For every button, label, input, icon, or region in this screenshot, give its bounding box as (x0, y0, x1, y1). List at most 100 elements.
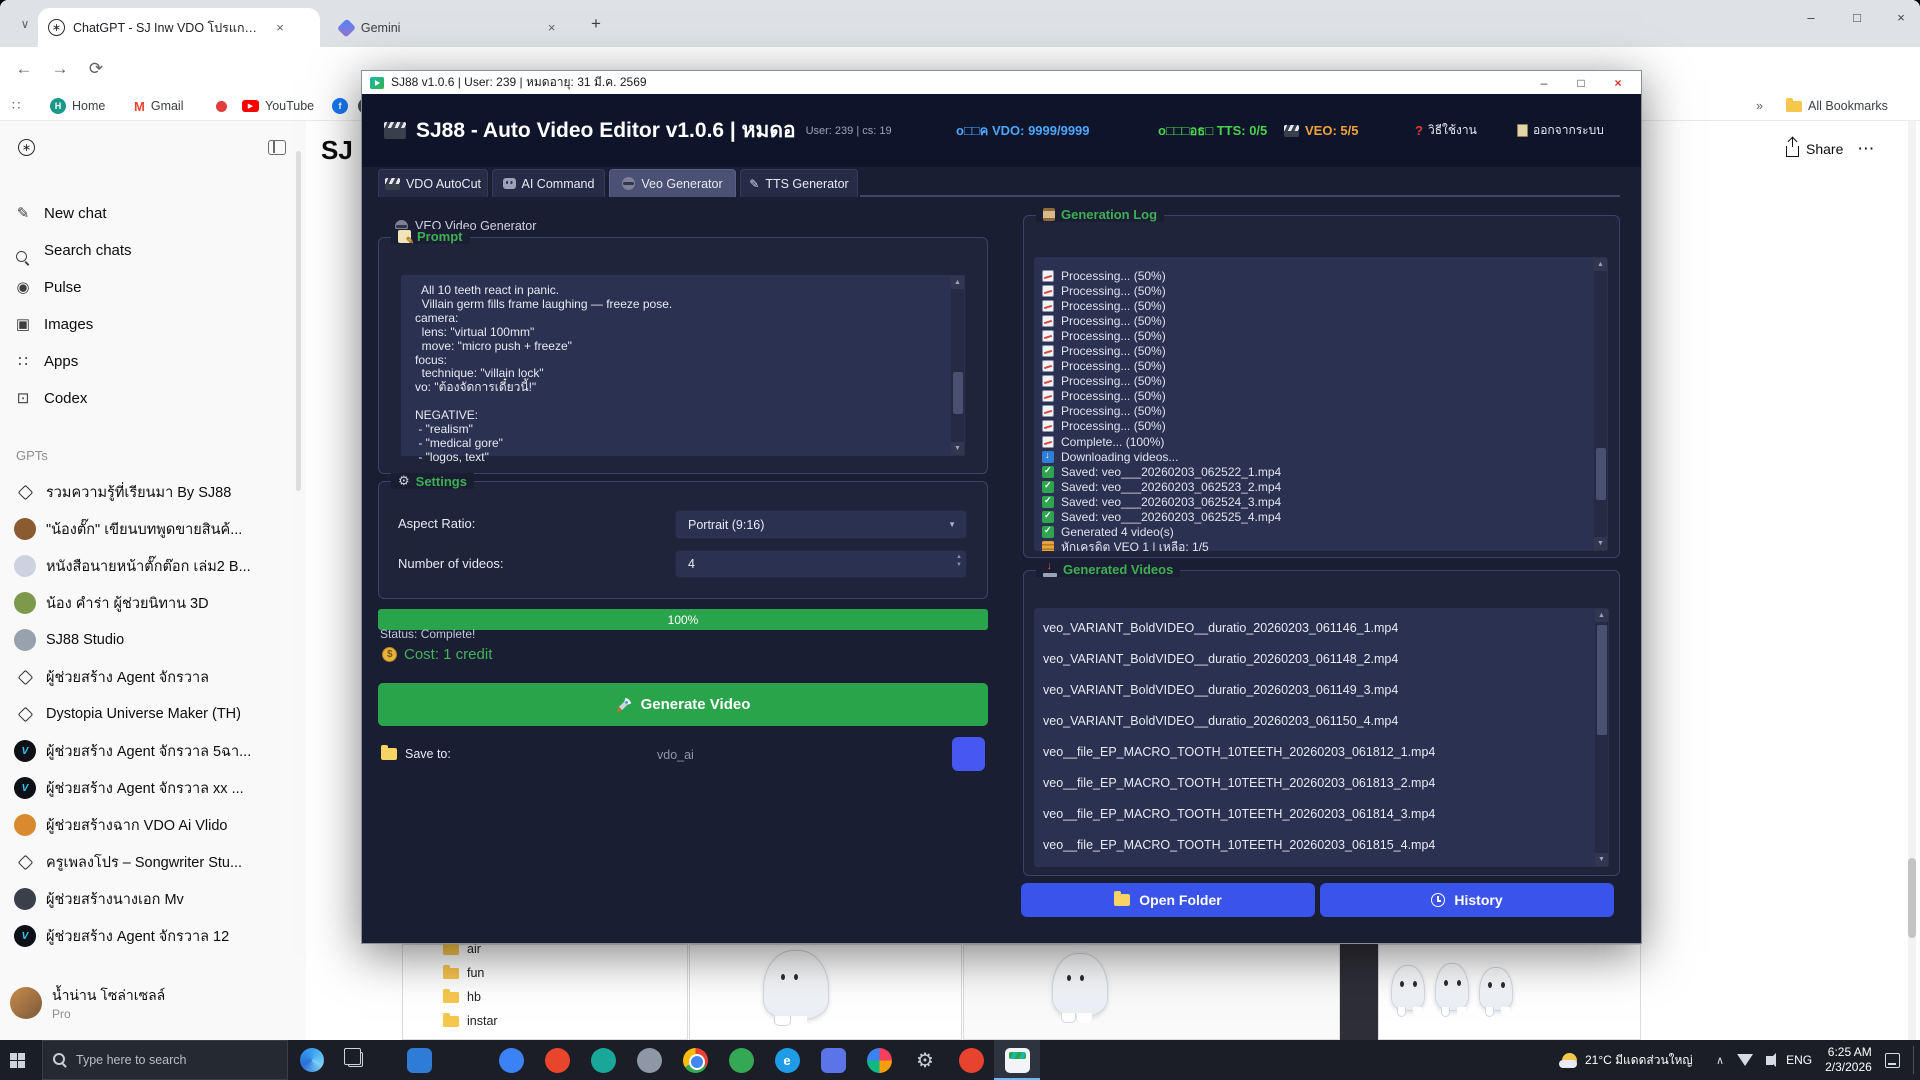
bookmarks-overflow-chevron[interactable]: » (1756, 95, 1763, 117)
video-file-item[interactable]: veo_VARIANT_BoldVIDEO__duratio_20260203_… (1034, 674, 1587, 705)
log-entry[interactable]: Downloading videos... (1042, 449, 1586, 464)
browser-tab-chatgpt[interactable]: ∗ ChatGPT - SJ Inw VDO โปรแกรมส × (38, 8, 320, 47)
spinner-arrows-icon[interactable]: ▲▼ (956, 554, 962, 568)
log-entry[interactable]: Saved: veo___20260203_062523_2.mp4 (1042, 479, 1586, 494)
prompt-scrollbar[interactable]: ▲ ▼ (951, 276, 964, 455)
show-desktop-divider[interactable] (1913, 1046, 1914, 1074)
log-scrollbar[interactable]: ▲ ▼ (1594, 258, 1607, 550)
taskbar-app-button[interactable] (810, 1040, 856, 1080)
explorer-folder-row[interactable]: instar (443, 1009, 729, 1033)
video-file-item[interactable]: veo__file_EP_MACRO_TOOTH_10TEETH_2026020… (1034, 767, 1587, 798)
sidebar-nav-item[interactable]: ∷ Apps (14, 344, 284, 378)
gpt-item[interactable]: ผู้ช่วยสร้าง Agent จักรวาล (14, 659, 296, 695)
scroll-up-icon[interactable]: ▲ (1595, 609, 1608, 622)
sidebar-nav-item[interactable]: ⊡ Codex (14, 381, 284, 415)
taskbar-app-button[interactable] (534, 1040, 580, 1080)
gpt-item[interactable]: ผู้ช่วยสร้างนางเอก Mv (14, 881, 296, 917)
gpt-item[interactable]: V ผู้ช่วยสร้าง Agent จักรวาล xx ... (14, 770, 296, 806)
all-bookmarks-button[interactable]: All Bookmarks (1786, 95, 1888, 117)
new-tab-button[interactable]: + (585, 13, 607, 35)
scroll-down-icon[interactable]: ▼ (1594, 537, 1607, 550)
scrollbar-thumb[interactable] (1597, 625, 1607, 735)
sidebar-nav-item[interactable]: ✎ New chat (14, 196, 284, 230)
gpt-item[interactable]: ครูเพลงโปร – Songwriter Stu... (14, 844, 296, 880)
forward-icon[interactable]: → (46, 55, 74, 83)
log-entry[interactable]: Complete... (100%) (1042, 434, 1586, 449)
gpt-item[interactable]: Dystopia Universe Maker (TH) (14, 696, 296, 732)
taskbar-search-box[interactable]: Type here to search (42, 1040, 288, 1080)
log-entry[interactable]: Processing... (50%) (1042, 298, 1586, 313)
open-folder-button[interactable]: Open Folder (1021, 883, 1315, 917)
openai-logo[interactable]: ∗ (18, 139, 35, 156)
start-button-icon[interactable] (10, 1053, 17, 1060)
taskbar-app-button[interactable] (580, 1040, 626, 1080)
scroll-up-icon[interactable]: ▲ (1594, 258, 1607, 271)
taskbar-app-button[interactable]: ⚙ (902, 1040, 948, 1080)
log-entry[interactable]: Processing... (50%) (1042, 343, 1586, 358)
scroll-up-icon[interactable]: ▲ (951, 276, 964, 289)
video-file-item[interactable]: veo__file_EP_MACRO_TOOTH_10TEETH_2026020… (1034, 798, 1587, 829)
log-entry[interactable]: Saved: veo___20260203_062522_1.mp4 (1042, 464, 1586, 479)
taskbar-app-button[interactable] (488, 1040, 534, 1080)
video-file-item[interactable]: veo__file_EP_MACRO_TOOTH_10TEETH_2026020… (1034, 829, 1587, 860)
tab-close-icon[interactable]: × (543, 19, 560, 37)
video-file-item[interactable]: veo_VARIANT_BoldVIDEO__duratio_20260203_… (1034, 643, 1587, 674)
logout-link[interactable]: ออกจากระบบ (1517, 121, 1604, 140)
weather-widget[interactable]: 21°C มีแดดส่วนใหญ่ (1562, 1040, 1693, 1080)
taskbar-app-button[interactable] (856, 1040, 902, 1080)
app-minimize-button[interactable]: – (1529, 71, 1559, 94)
gpt-item[interactable]: "น้องตั๊ก" เขียนบทพูดขายสินค้... (14, 511, 296, 547)
explorer-folder-row[interactable]: fun (443, 961, 729, 985)
gpt-item[interactable]: รวมความรู้ที่เรียนมา By SJ88 (14, 474, 296, 510)
gpt-item[interactable]: น้อง คำร่า ผู้ช่วยนิทาน 3D (14, 585, 296, 621)
language-indicator[interactable]: ENG (1786, 1053, 1812, 1067)
help-link[interactable]: ?วิธีใช้งาน (1415, 121, 1477, 140)
scrollbar-thumb[interactable] (953, 372, 963, 414)
videos-scrollbar[interactable]: ▲ ▼ (1595, 609, 1608, 866)
browse-folder-button[interactable] (952, 737, 985, 771)
page-scrollbar-thumb[interactable] (1908, 858, 1916, 938)
browser-minimize-button[interactable]: – (1790, 0, 1832, 34)
bookmark-facebook[interactable]: f (332, 95, 348, 117)
video-file-item[interactable]: veo__file_EP_PIXAR_3D_TOOTH_10+_20260203… (1034, 860, 1587, 867)
explorer-folder-row[interactable]: hb (443, 985, 729, 1009)
search-highlights-icon[interactable] (300, 1048, 324, 1072)
app-close-button[interactable]: × (1603, 71, 1633, 94)
sidebar-nav-item[interactable]: ◉ Pulse (14, 270, 284, 304)
bookmark-home[interactable]: HHome (50, 95, 105, 117)
video-file-item[interactable]: veo__file_EP_MACRO_TOOTH_10TEETH_2026020… (1034, 736, 1587, 767)
tab-tts-generator[interactable]: ✎TTS Generator (740, 169, 858, 197)
clock-widget[interactable]: 6:25 AM 2/3/2026 (1825, 1045, 1872, 1075)
tray-expand-chevron[interactable]: ∧ (1716, 1054, 1724, 1067)
aspect-ratio-select[interactable]: Portrait (9:16) ▼ (675, 510, 967, 539)
generate-video-button[interactable]: Generate Video (378, 683, 988, 726)
bookmark-extension-dot[interactable] (216, 95, 227, 117)
taskbar-app-button[interactable]: e (764, 1040, 810, 1080)
taskbar-app-button[interactable] (396, 1040, 442, 1080)
gpt-item[interactable]: หนังสือนายหน้าตั๊กต๊อก เล่ม2 B... (14, 548, 296, 584)
page-scrollbar[interactable] (1908, 121, 1916, 1040)
bookmark-gmail[interactable]: MGmail (134, 95, 184, 117)
tab-veo-generator[interactable]: Veo Generator (609, 169, 736, 197)
log-entry[interactable]: หักเครดิต VEO 1 | เหลือ: 1/5 (1042, 540, 1586, 551)
log-entry[interactable]: Saved: veo___20260203_062524_3.mp4 (1042, 494, 1586, 509)
video-count-input[interactable]: 4 ▲▼ (675, 550, 967, 578)
scrollbar-thumb[interactable] (1596, 448, 1606, 500)
tab-search-chevron-icon[interactable]: ∨ (14, 13, 36, 35)
log-entry[interactable]: Processing... (50%) (1042, 404, 1586, 419)
log-entry[interactable]: Processing... (50%) (1042, 374, 1586, 389)
log-entry[interactable]: Processing... (50%) (1042, 419, 1586, 434)
gpt-item[interactable]: V ผู้ช่วยสร้าง Agent จักรวาล 5ฉา... (14, 733, 296, 769)
taskbar-app-button[interactable] (672, 1040, 718, 1080)
action-center-icon[interactable] (1885, 1053, 1900, 1068)
browser-tab-gemini[interactable]: Gemini × (330, 8, 570, 47)
scroll-down-icon[interactable]: ▼ (951, 442, 964, 455)
video-file-item[interactable]: veo_VARIANT_BoldVIDEO__duratio_20260203_… (1034, 612, 1587, 643)
network-icon[interactable] (1737, 1054, 1753, 1066)
bookmark-youtube[interactable]: ▶YouTube (242, 95, 314, 117)
tab-close-icon[interactable]: × (271, 19, 289, 37)
history-button[interactable]: History (1320, 883, 1614, 917)
taskbar-app-button[interactable] (994, 1040, 1040, 1080)
sidebar-toggle-icon[interactable] (268, 140, 286, 155)
gpt-item[interactable]: SJ88 Studio (14, 622, 296, 658)
